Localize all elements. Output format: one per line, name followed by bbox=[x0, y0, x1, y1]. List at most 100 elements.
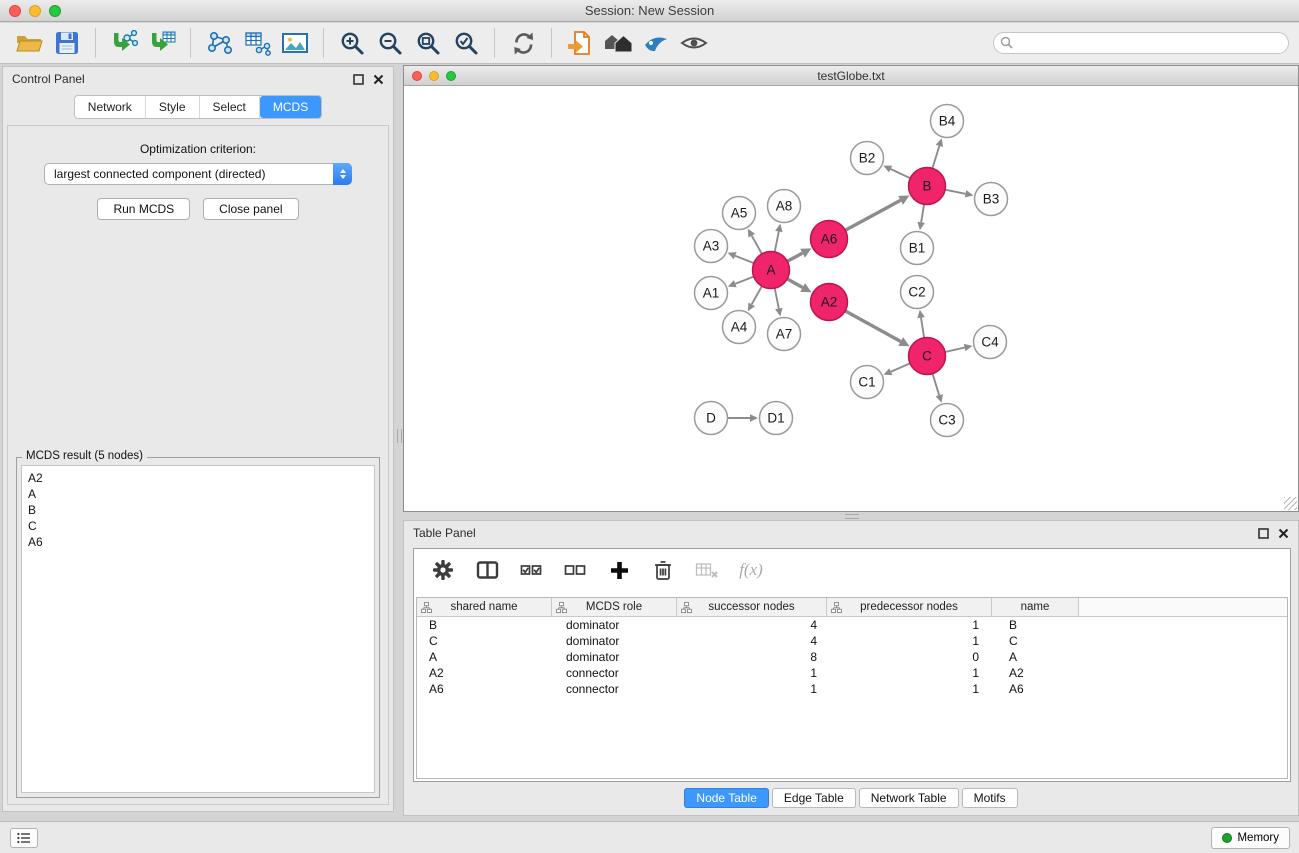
tab-select[interactable]: Select bbox=[200, 96, 260, 118]
graph-edge-C-C3[interactable] bbox=[933, 374, 940, 396]
run-mcds-button[interactable]: Run MCDS bbox=[97, 198, 190, 220]
home-view-button[interactable] bbox=[599, 26, 637, 60]
graph-edge-C-C1[interactable] bbox=[891, 363, 910, 371]
zoom-window-button[interactable] bbox=[49, 5, 61, 17]
memory-status-button[interactable]: Memory bbox=[1211, 827, 1290, 849]
cell-predecessor-nodes[interactable]: 0 bbox=[827, 650, 992, 664]
graphics-details-button[interactable] bbox=[675, 26, 713, 60]
tab-network-table[interactable]: Network Table bbox=[859, 788, 959, 808]
network-canvas[interactable]: B4B2BB3A5A8A6B1A3AC2A1A2A4A7C4CC1C3DD1 bbox=[404, 87, 1298, 511]
graph-edge-A2-C[interactable] bbox=[845, 311, 901, 342]
float-panel-icon[interactable] bbox=[353, 74, 364, 85]
zoom-out-button[interactable] bbox=[371, 26, 409, 60]
cell-mcds-role[interactable]: connector bbox=[552, 666, 677, 680]
cell-predecessor-nodes[interactable]: 1 bbox=[827, 682, 992, 696]
cell-successor-nodes[interactable]: 8 bbox=[677, 650, 827, 664]
graph-edge-B-B4[interactable] bbox=[932, 146, 939, 168]
graph-edge-A-A4[interactable] bbox=[752, 286, 762, 304]
tab-motifs[interactable]: Motifs bbox=[962, 788, 1018, 808]
mcds-result-item[interactable]: B bbox=[28, 502, 368, 518]
graph-edge-B-B2[interactable] bbox=[891, 169, 911, 178]
tab-edge-table[interactable]: Edge Table bbox=[772, 788, 856, 808]
mcds-result-item[interactable]: C bbox=[28, 518, 368, 534]
cell-shared-name[interactable]: A6 bbox=[417, 682, 552, 696]
minimize-window-button[interactable] bbox=[29, 5, 41, 17]
column-header-predecessor-nodes[interactable]: predecessor nodes bbox=[827, 598, 992, 616]
cell-predecessor-nodes[interactable]: 1 bbox=[827, 618, 992, 632]
tab-style[interactable]: Style bbox=[146, 96, 200, 118]
zoom-selected-button[interactable] bbox=[447, 26, 485, 60]
tab-node-table[interactable]: Node Table bbox=[684, 788, 769, 808]
table-settings-button[interactable] bbox=[426, 554, 460, 586]
zoom-fit-button[interactable] bbox=[409, 26, 447, 60]
cell-mcds-role[interactable]: dominator bbox=[552, 634, 677, 648]
deselect-all-columns-button[interactable] bbox=[558, 554, 592, 586]
cell-mcds-role[interactable]: connector bbox=[552, 682, 677, 696]
graph-edge-C-C2[interactable] bbox=[921, 318, 924, 338]
table-row[interactable]: A6 connector 1 1 A6 bbox=[417, 681, 1287, 697]
table-row[interactable]: A2 connector 1 1 A2 bbox=[417, 665, 1287, 681]
graph-edge-A-A2[interactable] bbox=[787, 279, 803, 288]
export-image-button[interactable] bbox=[276, 26, 314, 60]
toggle-column-view-button[interactable] bbox=[470, 554, 504, 586]
delete-table-button[interactable] bbox=[690, 554, 724, 586]
column-header-successor-nodes[interactable]: successor nodes bbox=[677, 598, 827, 616]
graph-edge-A-A5[interactable] bbox=[752, 236, 762, 254]
cell-mcds-role[interactable]: dominator bbox=[552, 618, 677, 632]
graph-edge-A-A8[interactable] bbox=[775, 232, 779, 252]
cell-shared-name[interactable]: A bbox=[417, 650, 552, 664]
horizontal-splitter-handle[interactable] bbox=[845, 514, 859, 519]
cell-name[interactable]: B bbox=[992, 618, 1079, 632]
close-panel-button[interactable]: Close panel bbox=[203, 198, 298, 220]
close-panel-icon[interactable] bbox=[1278, 528, 1289, 539]
cell-predecessor-nodes[interactable]: 1 bbox=[827, 634, 992, 648]
graph-edge-A-A7[interactable] bbox=[775, 288, 779, 308]
network-graph[interactable]: B4B2BB3A5A8A6B1A3AC2A1A2A4A7C4CC1C3DD1 bbox=[404, 87, 1298, 511]
cell-shared-name[interactable]: C bbox=[417, 634, 552, 648]
save-session-button[interactable] bbox=[48, 26, 86, 60]
create-column-button[interactable] bbox=[602, 554, 636, 586]
search-input[interactable] bbox=[993, 32, 1289, 54]
vertical-splitter-handle[interactable] bbox=[397, 429, 402, 443]
mcds-result-list[interactable]: A2 A B C A6 bbox=[21, 465, 375, 793]
mcds-result-item[interactable]: A6 bbox=[28, 534, 368, 550]
cell-shared-name[interactable]: B bbox=[417, 618, 552, 632]
import-network-button[interactable] bbox=[105, 26, 143, 60]
column-header-name[interactable]: name bbox=[992, 598, 1079, 616]
graph-edge-C-C4[interactable] bbox=[945, 348, 965, 352]
cell-mcds-role[interactable]: dominator bbox=[552, 650, 677, 664]
column-header-shared-name[interactable]: shared name bbox=[417, 598, 552, 616]
refresh-layout-button[interactable] bbox=[504, 26, 542, 60]
column-header-mcds-role[interactable]: MCDS role bbox=[552, 598, 677, 616]
table-row[interactable]: A dominator 8 0 A bbox=[417, 649, 1287, 665]
tab-mcds[interactable]: MCDS bbox=[260, 96, 321, 118]
new-network-button[interactable] bbox=[200, 26, 238, 60]
select-all-columns-button[interactable] bbox=[514, 554, 548, 586]
mcds-result-item[interactable]: A bbox=[28, 486, 368, 502]
mcds-result-item[interactable]: A2 bbox=[28, 470, 368, 486]
cell-name[interactable]: C bbox=[992, 634, 1079, 648]
dropdown-stepper[interactable] bbox=[333, 163, 352, 185]
cell-successor-nodes[interactable]: 1 bbox=[677, 682, 827, 696]
graph-edge-A-A3[interactable] bbox=[735, 256, 754, 263]
import-table-button[interactable] bbox=[143, 26, 181, 60]
zoom-in-button[interactable] bbox=[333, 26, 371, 60]
cell-successor-nodes[interactable]: 4 bbox=[677, 634, 827, 648]
table-row[interactable]: C dominator 4 1 C bbox=[417, 633, 1287, 649]
window-resize-grip[interactable] bbox=[1284, 497, 1297, 510]
close-window-button[interactable] bbox=[9, 5, 21, 17]
cell-name[interactable]: A bbox=[992, 650, 1079, 664]
cell-predecessor-nodes[interactable]: 1 bbox=[827, 666, 992, 680]
session-snapshot-button[interactable] bbox=[561, 26, 599, 60]
graph-edge-B-B1[interactable] bbox=[921, 204, 924, 222]
function-builder-button[interactable]: f(x) bbox=[734, 554, 768, 586]
new-network-table-button[interactable] bbox=[238, 26, 276, 60]
float-panel-icon[interactable] bbox=[1258, 528, 1269, 539]
birdseye-view-button[interactable] bbox=[637, 26, 675, 60]
open-session-button[interactable] bbox=[10, 26, 48, 60]
close-panel-icon[interactable] bbox=[373, 74, 384, 85]
minimize-network-window-button[interactable] bbox=[429, 71, 439, 81]
task-history-button[interactable] bbox=[10, 828, 38, 848]
cell-shared-name[interactable]: A2 bbox=[417, 666, 552, 680]
table-row[interactable]: B dominator 4 1 B bbox=[417, 617, 1287, 633]
